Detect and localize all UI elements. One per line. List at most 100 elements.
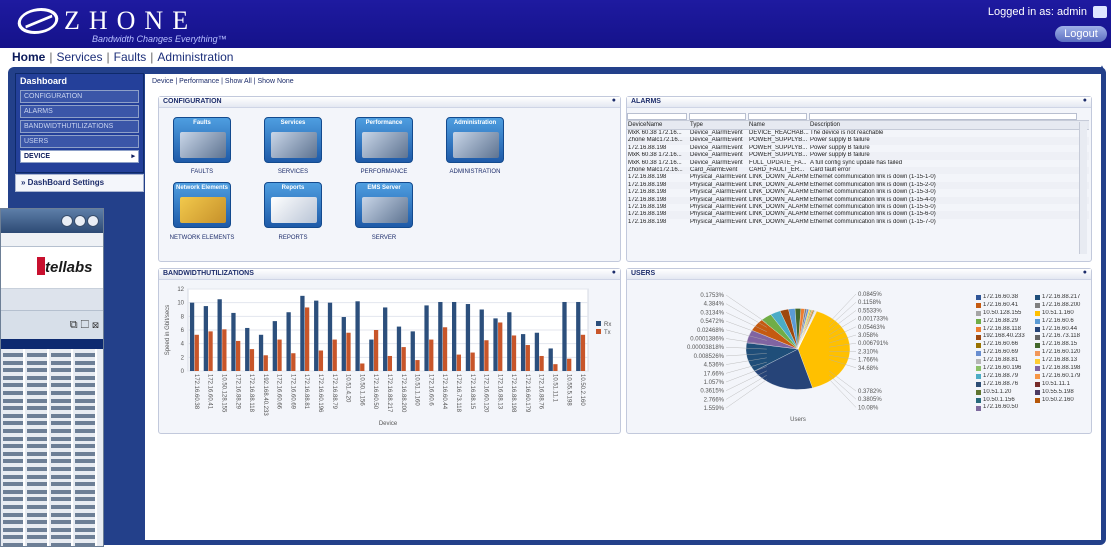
legend-label: 10.50.128.155 (983, 309, 1022, 316)
x-tick-label: 10.50.1.156 (358, 374, 364, 406)
x-tick-label: 172.16.88.200 (400, 374, 406, 413)
legend-swatch (976, 405, 981, 411)
legend-item: 172.16.60.44 (1035, 326, 1094, 334)
server-label[interactable]: SERVER (344, 235, 424, 241)
services-label[interactable]: SERVICES (253, 169, 333, 175)
server-tile[interactable]: EMS Server (355, 182, 413, 228)
logout-button[interactable]: Logout (1055, 26, 1107, 42)
table-cell: POWER_SUPPLYB... (749, 137, 808, 144)
panel-title: BANDWIDTHUTILIZATIONS (163, 270, 254, 277)
table-row[interactable]: MxK 60.38 172.16... Device_AlarmEvent FULL… (627, 160, 1089, 167)
table-cell: 172.16.88.198 (628, 181, 667, 188)
table-row[interactable]: MxK 60.38 172.16... Device_AlarmEvent DEVI… (627, 130, 1089, 137)
filter-input[interactable] (627, 113, 687, 120)
restore-icon[interactable]: ⧉ (70, 319, 78, 331)
table-row[interactable]: 172.16.88.198 Physical_AlarmEvent LINK_DOW… (627, 219, 1089, 226)
table-row[interactable]: Zhone Malc172.16... Device_AlarmEvent POWE… (627, 137, 1089, 145)
legend-item: 172.16.73.118 (1035, 333, 1094, 341)
panel-menu-icon[interactable]: ● (612, 97, 616, 104)
table-row[interactable]: Zhone Malc172.16... Card_AlarmEvent CARD_F… (627, 166, 1089, 175)
administration-label[interactable]: ADMINISTRATION (435, 169, 515, 175)
legend-row: 172.16.88.118 172.16.60.44 (976, 326, 1094, 334)
alarms-scrollbar[interactable] (1079, 122, 1087, 254)
column-header[interactable]: Type (689, 121, 748, 129)
panel-menu-icon[interactable]: ● (1083, 269, 1087, 276)
rack-port (27, 429, 47, 433)
table-row[interactable]: 172.16.88.198 Physical_AlarmEvent LINK_DOW… (627, 204, 1089, 211)
filter-input[interactable] (748, 113, 807, 120)
rack-port (3, 353, 23, 357)
sidebar-item-bandwidth[interactable]: BANDWIDTHUTILIZATIONS (20, 120, 139, 133)
tab-show-all[interactable]: Show All (225, 78, 252, 85)
table-row[interactable]: 172.16.88.198 Physical_AlarmEvent LINK_DOW… (627, 211, 1089, 219)
performance-tile[interactable]: Performance (355, 117, 413, 163)
sidebar-item-alarms[interactable]: ALARMS (20, 105, 139, 118)
reports-tile[interactable]: Reports (264, 182, 322, 228)
filter-input[interactable] (689, 113, 746, 120)
maximize-icon[interactable]: ☐ (81, 319, 89, 331)
slice-label: 0.006791% (858, 341, 889, 347)
performance-label[interactable]: PERFORMANCE (344, 169, 424, 175)
filter-input[interactable] (809, 113, 1077, 120)
rack-port (51, 535, 71, 540)
reports-label[interactable]: REPORTS (253, 235, 333, 241)
legend-swatch (976, 398, 981, 404)
legend-label: 172.16.88.15 (1042, 341, 1078, 348)
column-header[interactable]: DeviceName (627, 121, 689, 129)
faults-tile[interactable]: Faults (173, 117, 231, 163)
table-row[interactable]: 172.16.88.198 Physical_AlarmEvent LINK_DOW… (627, 174, 1089, 181)
nav-home[interactable]: Home (12, 50, 45, 64)
tab-device[interactable]: Device (152, 78, 173, 85)
sidebar-item-label: DEVICE (24, 153, 51, 160)
x-tick-label: 10.50.2.160 (579, 374, 585, 406)
bar-tx (194, 334, 199, 371)
nav-faults[interactable]: Faults (114, 50, 147, 64)
sidebar-item-users[interactable]: USERS (20, 135, 139, 148)
sidebar-item-device[interactable]: DEVICE ▸ (20, 150, 139, 163)
legend-label: 172.16.88.198 (1042, 365, 1081, 372)
dashboard-settings-link[interactable]: » DashBoard Settings (15, 174, 144, 192)
panel-title: USERS (631, 270, 656, 277)
nav-services[interactable]: Services (56, 50, 102, 64)
tab-show-none[interactable]: Show None (258, 78, 294, 85)
network-elements-label[interactable]: NETWORK ELEMENTS (162, 235, 242, 241)
nav-administration[interactable]: Administration (157, 50, 233, 64)
table-cell: Physical_AlarmEvent (690, 181, 747, 188)
rack-port (3, 421, 23, 426)
x-tick-label: 10.51.4.20 (345, 374, 351, 403)
legend-item: 10.51.1.160 (1035, 310, 1094, 318)
rack-port (27, 482, 47, 487)
rack-port (75, 527, 95, 532)
bar-tx (553, 364, 558, 371)
slice-label: 0.3615% (700, 389, 724, 395)
legend-item: 172.16.88.15 (1035, 341, 1094, 349)
close-icon[interactable] (87, 215, 99, 227)
close-icon[interactable]: ⊠ (92, 319, 99, 331)
network-elements-tile[interactable]: Network Elements (173, 182, 231, 228)
services-tile[interactable]: Services (264, 117, 322, 163)
column-header[interactable]: Description (809, 121, 1079, 129)
administration-tile[interactable]: Administration (446, 117, 504, 163)
table-row[interactable]: 172.16.88.198 Physical_AlarmEvent LINK_DOW… (627, 189, 1089, 196)
maximize-icon[interactable] (74, 215, 86, 227)
panel-menu-icon[interactable]: ● (1083, 97, 1087, 104)
slice-label: 4.536% (704, 363, 725, 369)
tab-performance[interactable]: Performance (179, 78, 219, 85)
scroll-up-icon[interactable]: ▲ (1098, 63, 1106, 72)
faults-label[interactable]: FAULTS (162, 169, 242, 175)
rack-port (3, 406, 23, 411)
minimize-icon[interactable] (61, 215, 73, 227)
sidebar-item-configuration[interactable]: CONFIGURATION (20, 90, 139, 103)
table-row[interactable]: 172.16.88.198 Physical_AlarmEvent LINK_DOW… (627, 181, 1089, 190)
table-row[interactable]: 172.16.88.198 Device_AlarmEvent POWER_SUPP… (627, 145, 1089, 152)
table-row[interactable]: MxK 60.38 172.16... Device_AlarmEvent POWE… (627, 152, 1089, 160)
rack-port (51, 383, 71, 388)
table-row[interactable]: 172.16.88.198 Physical_AlarmEvent LINK_DOW… (627, 196, 1089, 204)
bar-tx (360, 363, 365, 371)
panel-menu-icon[interactable]: ● (612, 269, 616, 276)
table-cell: Zhone Malc172.16... (628, 166, 683, 173)
legend-label: 192.168.40.233 (983, 333, 1025, 340)
tellabs-titlebar[interactable] (1, 209, 103, 233)
bar-rx (258, 334, 264, 371)
column-header[interactable]: Name (748, 121, 809, 129)
